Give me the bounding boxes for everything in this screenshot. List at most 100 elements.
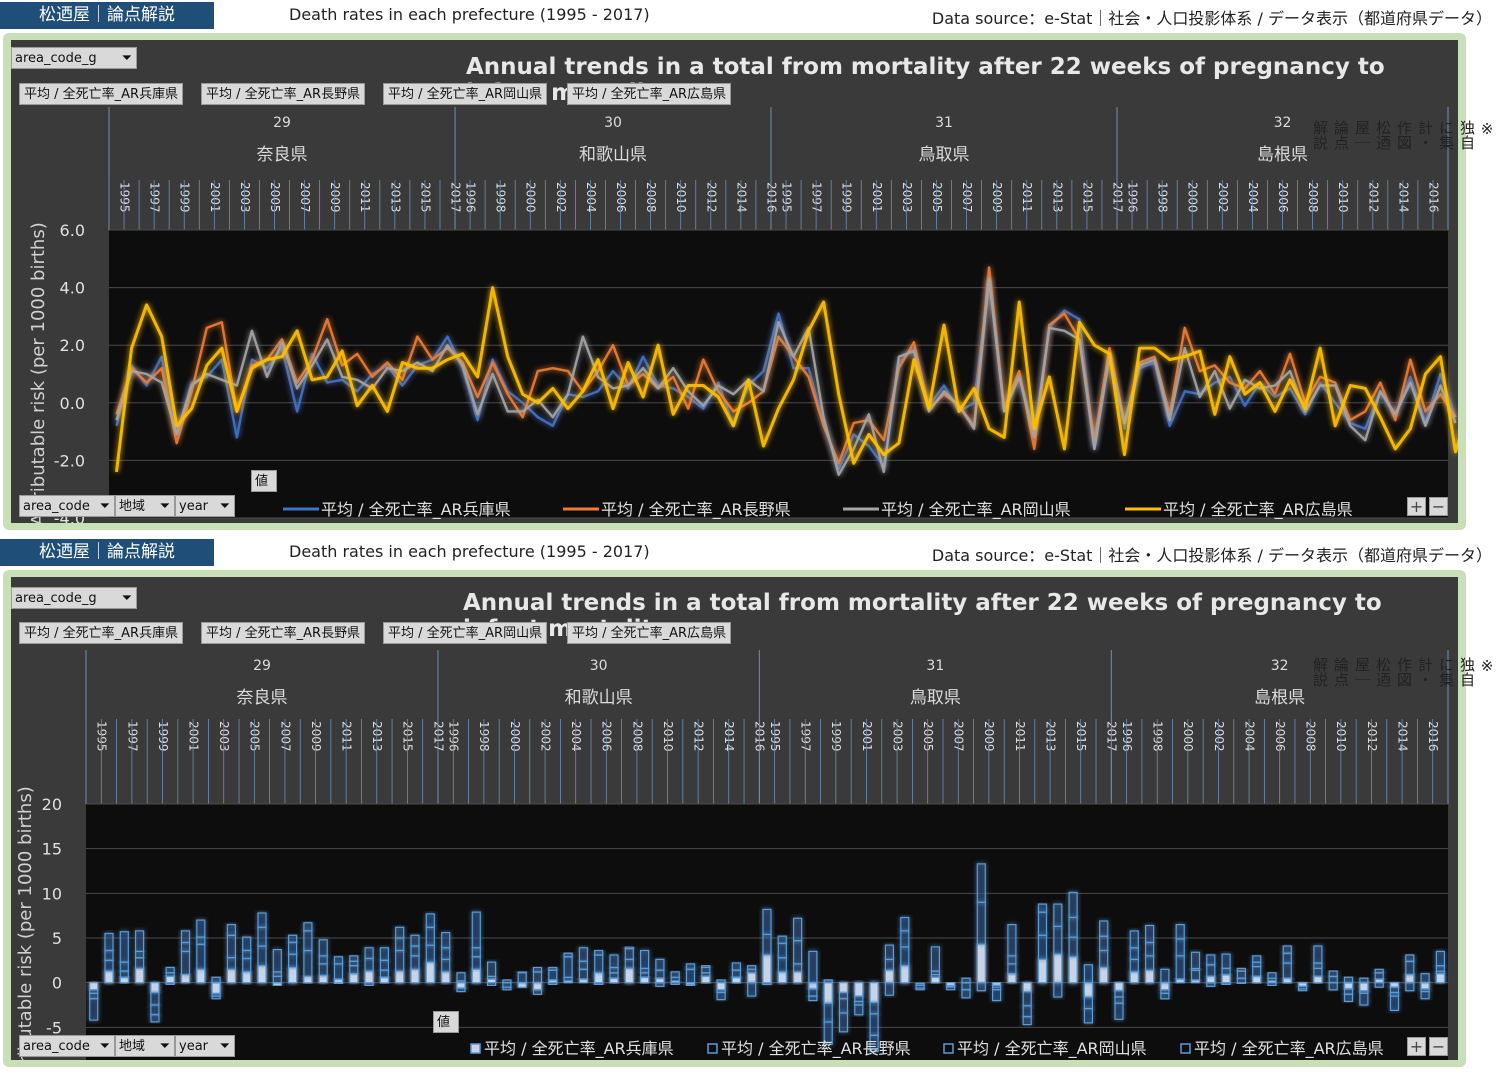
bar-segment [792, 917, 803, 942]
row-field-year[interactable]: year ⏷ [175, 1035, 235, 1057]
collapse-button[interactable]: − [1429, 497, 1448, 516]
year-tick-label: 1999 [178, 182, 192, 213]
bar-segment [150, 982, 160, 994]
bar-segment [1267, 982, 1277, 987]
values-field-button[interactable]: 値 [251, 470, 277, 492]
bar-segment [1405, 974, 1415, 984]
bar-segment [89, 982, 99, 991]
bar-segment [808, 988, 818, 997]
line-chart: 29 奈良県 30 和歌山県 31 鳥取県 32 島根県 1995 1997 1999 2001 200… [28, 107, 1458, 523]
bar-segment [1374, 982, 1384, 988]
bar-segment [1129, 930, 1139, 949]
bar-segment [823, 982, 833, 1004]
bar-segment [1037, 911, 1048, 936]
bar-segment [594, 972, 604, 984]
bar-segment [1068, 891, 1078, 918]
collapse-button[interactable]: − [1429, 1037, 1448, 1056]
expand-button[interactable]: + [1407, 1037, 1426, 1056]
bar-segment [242, 936, 252, 952]
year-tick-label: 2017 [449, 182, 463, 213]
bar-segment [104, 949, 114, 961]
chart-frame: area_code_g ⏷ Annual trends in a total f… [3, 570, 1466, 1067]
bar-segment [471, 968, 481, 984]
bar-segment [395, 970, 405, 984]
bar-segment [609, 966, 619, 974]
bar-segment [349, 955, 359, 962]
bar-segment [1221, 982, 1231, 986]
row-field-year[interactable]: year ⏷ [175, 495, 235, 517]
row-field-label: area_code [23, 499, 90, 514]
bar-segment [196, 919, 206, 938]
bar-segment [961, 977, 971, 984]
bar-segment [1313, 967, 1323, 977]
bar-segment [884, 944, 895, 961]
bar-segment [900, 946, 910, 967]
year-tick-label: 2014 [734, 182, 748, 213]
bar-segment [471, 947, 481, 958]
bar-segment [1175, 955, 1185, 980]
bar-segment [777, 935, 787, 944]
bar-segment [976, 943, 986, 984]
group-code-label: 29 [273, 115, 291, 131]
bar-segment [884, 982, 895, 996]
bar-segment [1313, 975, 1323, 984]
year-tick-label: 2014 [1396, 182, 1410, 213]
data-source: Data source：e-Stat｜社会・人口投影体系 / データ表示（都道府… [931, 9, 1492, 28]
bar-segment [257, 912, 267, 928]
bar-segment [257, 926, 267, 947]
bar-segment [1053, 982, 1063, 998]
row-field-region[interactable]: 地域 ⏷ [115, 495, 175, 517]
y-tick-label: 6.0 [60, 221, 85, 240]
bar-segment [1313, 962, 1323, 970]
bar-segment [1007, 973, 1017, 984]
bar-segment [134, 967, 145, 984]
bar-segment [1083, 1008, 1094, 1024]
bar-segment [303, 930, 313, 952]
bar-segment [747, 972, 757, 984]
values-field-button[interactable]: 値 [433, 1011, 459, 1033]
bar-segment [900, 930, 910, 948]
bar-segment [1068, 916, 1078, 938]
bar-segment [1405, 982, 1415, 992]
subtitle: Death rates in each prefecture (1995 - 2… [289, 542, 650, 561]
y-tick-label: 0.0 [60, 394, 85, 413]
bar-segment [410, 945, 420, 957]
bar-segment [716, 979, 726, 984]
row-field-area-code[interactable]: area_code ⏷ [19, 1035, 115, 1057]
bar-segment [1037, 958, 1048, 984]
bar-segment [303, 949, 313, 977]
pivot-chart-area: area_code_g ⏷ Annual trends in a total f… [11, 40, 1458, 523]
bar-segment [792, 971, 803, 984]
bar-segment [701, 966, 711, 974]
year-tick-label: 1995 [780, 182, 794, 213]
bar-segment [823, 979, 833, 984]
bar-segment [395, 949, 405, 972]
bar-segment [1160, 992, 1170, 1000]
bar-segment [808, 982, 818, 990]
bar-segment [1068, 936, 1078, 958]
bar-segment [395, 926, 405, 939]
bar-segment [609, 972, 619, 979]
bar-segment [1007, 963, 1017, 975]
dropdown-icon: ⏷ [159, 499, 170, 514]
bar-segment [762, 954, 772, 984]
bar-segment [609, 954, 619, 969]
bar-segment [395, 937, 405, 952]
bar-segment [930, 946, 941, 972]
bar-segment [854, 982, 864, 997]
bar-segment [134, 950, 145, 959]
legend-swatch [470, 1043, 481, 1054]
row-field-area-code[interactable]: area_code ⏷ [19, 495, 115, 517]
bar-segment [624, 948, 634, 961]
bar-segment [456, 987, 466, 993]
expand-button[interactable]: + [1407, 497, 1426, 516]
year-tick-label: 2003 [900, 182, 914, 213]
row-field-region[interactable]: 地域 ⏷ [115, 1035, 175, 1057]
bar-segment [701, 975, 711, 984]
legend-entry: 平均 / 全死亡率_AR広島県 [1163, 500, 1353, 520]
year-tick-label: 2005 [930, 182, 944, 213]
bar-segment [410, 955, 420, 970]
bar-segment [639, 949, 650, 969]
group-name-label: 奈良県 [236, 688, 287, 708]
bar-segment [1252, 955, 1262, 963]
